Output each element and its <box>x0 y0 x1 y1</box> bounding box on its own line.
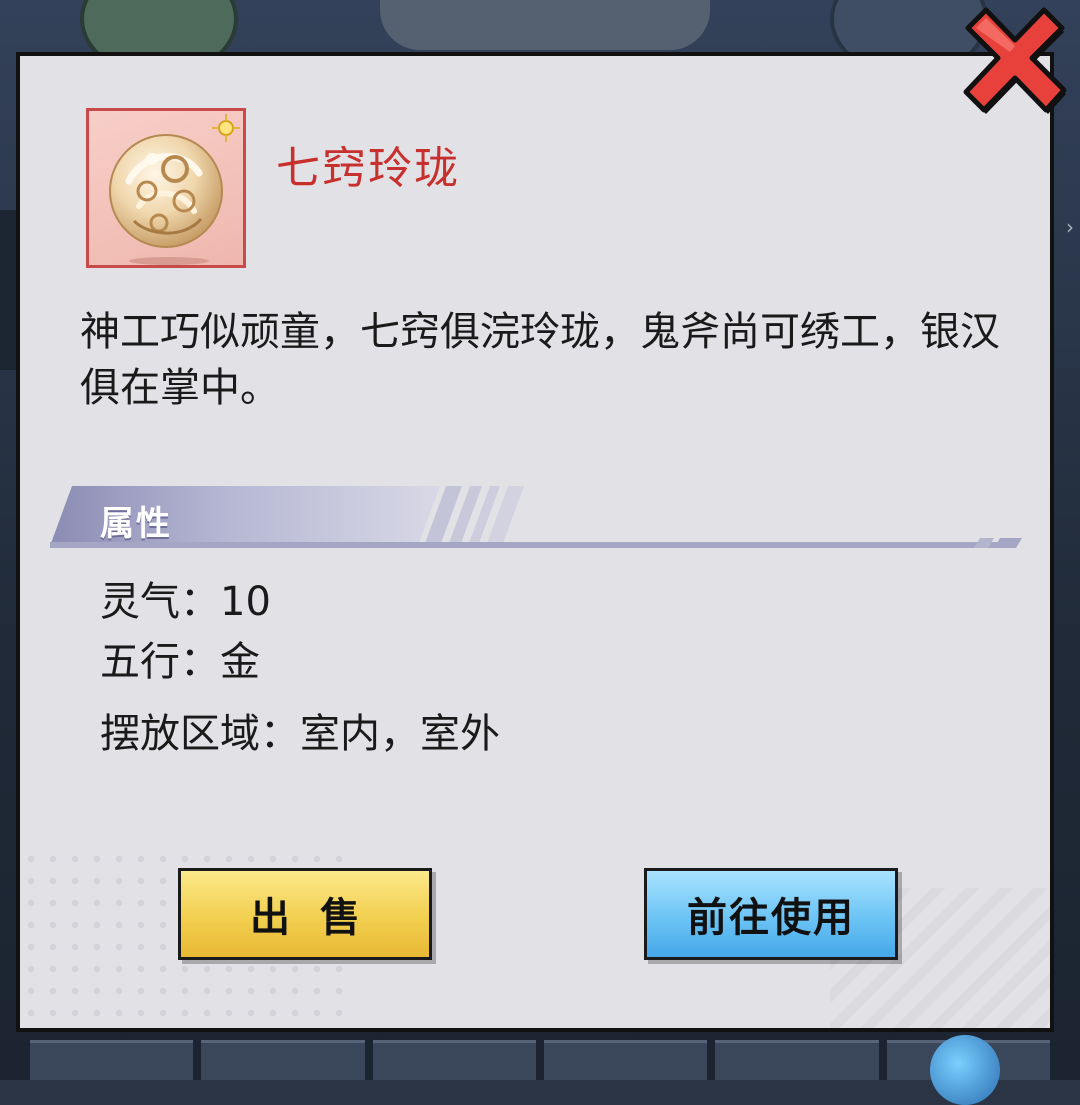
attribute-row-lingqi: 灵气：10 <box>100 572 500 632</box>
inventory-slot <box>372 1040 536 1080</box>
inventory-slot <box>543 1040 708 1080</box>
inventory-slot <box>715 1040 879 1080</box>
attribute-header-label: 属性 <box>100 504 172 544</box>
attribute-separator: ： <box>260 711 300 757</box>
attribute-label: 灵气 <box>100 579 180 625</box>
attribute-value: 室内，室外 <box>300 711 500 757</box>
item-name: 七窍玲珑 <box>276 143 460 194</box>
ribbon-banner <box>50 486 1022 548</box>
chevron-right-icon: › <box>1066 215 1074 239</box>
item-icon-frame <box>86 108 246 268</box>
item-detail-dialog: 七窍玲珑 神工巧似顽童，七窍俱浣玲珑，鬼斧尚可绣工，银汉俱在掌中。 属性 灵气：… <box>16 52 1054 1032</box>
attribute-separator: ： <box>180 639 220 685</box>
attribute-label: 五行 <box>100 639 180 685</box>
go-use-button[interactable]: 前往使用 <box>644 868 898 960</box>
attribute-list: 灵气：10 五行：金 摆放区域：室内，室外 <box>100 572 500 764</box>
item-description: 神工巧似顽童，七窍俱浣玲珑，鬼斧尚可绣工，银汉俱在掌中。 <box>80 309 1000 411</box>
inventory-slot <box>30 1040 194 1080</box>
attribute-value: 金 <box>220 639 260 685</box>
attribute-row-wuxing: 五行：金 <box>100 632 500 692</box>
attribute-separator: ： <box>180 579 220 625</box>
orb-icon <box>930 1035 1000 1105</box>
attribute-label: 摆放区域 <box>100 711 260 757</box>
attribute-row-placement: 摆放区域：室内，室外 <box>100 704 500 764</box>
sell-button[interactable]: 出售 <box>178 868 432 960</box>
inventory-slot <box>201 1040 365 1080</box>
background-inventory-bar <box>30 1040 1050 1080</box>
attribute-value: 10 <box>220 579 271 625</box>
sparkle-icon <box>212 114 240 142</box>
attribute-section-header: 属性 <box>50 486 1030 550</box>
background-banner <box>380 0 710 50</box>
close-icon[interactable] <box>960 6 1070 116</box>
